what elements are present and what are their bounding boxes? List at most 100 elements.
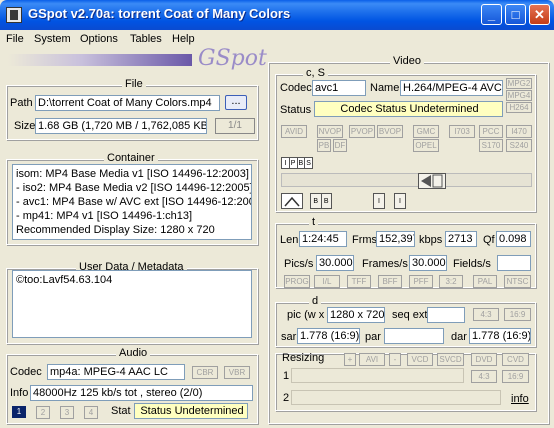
mpg2-button[interactable]: MPG2	[506, 78, 532, 89]
pb-button[interactable]: PB	[317, 139, 331, 152]
resize-row-2-field	[291, 390, 501, 405]
menu-system[interactable]: System	[34, 30, 71, 49]
frms-field: 152,397	[376, 231, 415, 247]
pic-field: 1280 x 720	[327, 307, 385, 323]
close-button[interactable]: ✕	[529, 4, 550, 25]
maximize-button[interactable]: □	[505, 4, 526, 25]
timing-subgroup-label: t	[309, 216, 319, 228]
gspot-logo: GSpot	[198, 46, 267, 71]
pvop-button[interactable]: PVOP	[349, 125, 375, 138]
video-status-label: Status	[280, 104, 312, 116]
container-info-box: isom: MP4 Base Media v1 [ISO 14496-12:20…	[12, 164, 252, 240]
cbr-button[interactable]: CBR	[192, 366, 218, 379]
h264-button[interactable]: H264	[506, 102, 532, 113]
audio-stream-1-button[interactable]: 1	[12, 406, 26, 418]
bff-button[interactable]: BFF	[378, 275, 402, 288]
gop-b-indicator: B B	[310, 193, 332, 209]
app-icon	[6, 7, 22, 23]
resize-vcd-button[interactable]: VCD	[407, 353, 433, 366]
audio-info-field: 48000Hz 125 kb/s tot , stereo (2/0)	[30, 385, 253, 401]
ar-16-9-button[interactable]: 16:9	[504, 308, 531, 321]
menu-help[interactable]: Help	[172, 30, 195, 49]
s240-button[interactable]: S240	[506, 139, 532, 152]
par-field	[384, 328, 444, 344]
resize-plus-button[interactable]: +	[344, 353, 356, 366]
window-title: GSpot v2.70a: torrent Coat of Many Color…	[28, 6, 291, 21]
resize-ar-16-9-button[interactable]: 16:9	[502, 370, 529, 383]
pal-button[interactable]: PAL	[473, 275, 497, 288]
ar-4-3-button[interactable]: 4:3	[473, 308, 499, 321]
pff-button[interactable]: PFF	[409, 275, 433, 288]
bitstream-track	[281, 173, 532, 187]
scan-icon[interactable]	[281, 193, 303, 209]
interlaced-button[interactable]: I/L	[314, 275, 340, 288]
page-indicator: 1/1	[215, 118, 255, 134]
len-field: 1:24:45	[299, 231, 347, 247]
video-name-field: H.264/MPEG-4 AVC	[400, 80, 503, 96]
i703-button[interactable]: I703	[449, 125, 475, 138]
mpg4-button[interactable]: MPG4	[506, 90, 532, 101]
audio-stream-3-button[interactable]: 3	[60, 406, 74, 419]
info-link[interactable]: info	[511, 393, 529, 405]
kbps-label: kbps	[419, 234, 443, 246]
df-button[interactable]: DF	[333, 139, 347, 152]
avid-button[interactable]: AVID	[281, 125, 307, 138]
i470-button[interactable]: I470	[506, 125, 532, 138]
resize-row-1-label: 1	[283, 370, 290, 382]
menu-options[interactable]: Options	[80, 30, 118, 49]
path-label: Path	[10, 97, 33, 109]
sar-field: 1.778 (16:9)	[297, 328, 360, 344]
resize-minus-button[interactable]: -	[389, 353, 401, 366]
pics-label: Pics/s	[284, 258, 314, 270]
nvop-button[interactable]: NVOP	[317, 125, 343, 138]
gop-b1: B	[311, 194, 322, 208]
eject-icon[interactable]	[418, 173, 446, 189]
vbr-button[interactable]: VBR	[224, 366, 250, 379]
fields-label: Fields/s	[453, 258, 491, 270]
resize-avi-button[interactable]: AVI	[359, 353, 385, 366]
frame-type-i: I	[282, 158, 290, 168]
file-group-label: File	[122, 78, 146, 90]
frames-label: Frames/s	[362, 258, 408, 270]
par-label: par	[365, 331, 381, 343]
gop-i1: I	[373, 193, 385, 209]
container-group-label: Container	[104, 152, 158, 164]
codec-subgroup-label: c, S	[303, 67, 328, 79]
size-field: 1.68 GB (1,720 MB / 1,762,085 KB	[35, 118, 207, 134]
resize-svcd-button[interactable]: SVCD	[437, 353, 464, 366]
container-line: - mp41: MP4 v1 [ISO 14496-1:ch13]	[16, 210, 193, 222]
container-line: - avc1: MP4 Base w/ AVC ext [ISO 14496-1…	[16, 196, 252, 208]
bvop-button[interactable]: BVOP	[377, 125, 403, 138]
resize-ar-4-3-button[interactable]: 4:3	[471, 370, 497, 383]
gmc-button[interactable]: GMC	[413, 125, 439, 138]
audio-codec-label: Codec	[10, 366, 42, 378]
maximize-icon: □	[511, 7, 520, 22]
path-field[interactable]: D:\torrent Coat of Many Colors.mp4	[35, 95, 220, 111]
opel-button[interactable]: OPEL	[413, 139, 439, 152]
audio-group-label: Audio	[116, 347, 151, 359]
resizing-label: Resizing	[282, 352, 325, 364]
pcc-button[interactable]: PCC	[479, 125, 503, 138]
browse-button[interactable]: ...	[225, 95, 247, 110]
resize-dvd-button[interactable]: DVD	[471, 353, 497, 366]
minimize-button[interactable]: _	[481, 4, 502, 25]
menu-tables[interactable]: Tables	[130, 30, 162, 49]
dar-field: 1.778 (16:9)	[469, 328, 531, 344]
audio-stream-2-button[interactable]: 2	[36, 406, 50, 419]
gop-i2: I	[394, 193, 406, 209]
qf-field: 0.098	[496, 231, 531, 247]
resize-cvd-button[interactable]: CVD	[502, 353, 529, 366]
qf-label: Qf	[483, 234, 495, 246]
frame-type-p: P	[290, 158, 298, 168]
prog-button[interactable]: PROG	[284, 275, 310, 288]
pulldown-32-button[interactable]: 3:2	[439, 275, 463, 288]
minimize-icon: _	[487, 7, 496, 22]
size-label: Size	[14, 120, 36, 132]
audio-codec-field: mp4a: MPEG-4 AAC LC	[47, 364, 185, 380]
dar-label: dar	[451, 331, 467, 343]
audio-stream-4-button[interactable]: 4	[84, 406, 98, 419]
ntsc-button[interactable]: NTSC	[504, 275, 531, 288]
menu-file[interactable]: File	[6, 30, 24, 49]
tff-button[interactable]: TFF	[347, 275, 371, 288]
s170-button[interactable]: S170	[479, 139, 503, 152]
